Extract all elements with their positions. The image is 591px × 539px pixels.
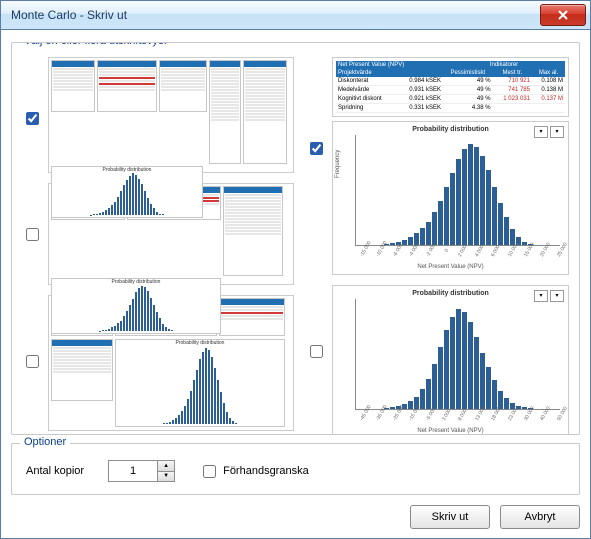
view-option-4: Net Present Value (NPV) Indikatorer Proj… bbox=[306, 57, 569, 275]
copies-label: Antal kopior bbox=[26, 465, 84, 477]
chart-plot-area bbox=[355, 299, 560, 410]
window-title: Monte Carlo - Skriv ut bbox=[11, 8, 127, 22]
chart-title: Probability distribution bbox=[337, 126, 564, 133]
preview-checkbox[interactable] bbox=[203, 465, 216, 478]
copies-up-button[interactable]: ▲ bbox=[158, 461, 174, 472]
view-option-5: ▾▾ Probability distribution -45 000-35 0… bbox=[306, 285, 569, 435]
views-legend: Välj en eller flera utskriftsvyer bbox=[20, 42, 172, 47]
chart-ylabel: Frequency bbox=[335, 150, 341, 178]
chart-plot-area bbox=[355, 135, 560, 246]
table-row: Diskonterat0.984 kSEK49 %710 9210.108 M bbox=[336, 77, 565, 86]
options-groupbox: Optioner Antal kopior ▲ ▼ Förhandsgransk… bbox=[11, 443, 580, 495]
dialog-window: Monte Carlo - Skriv ut Välj en eller fle… bbox=[0, 0, 591, 539]
view-checkbox-3[interactable] bbox=[26, 355, 39, 368]
chart-title: Probability distribution bbox=[337, 290, 564, 297]
summary-table: Net Present Value (NPV) Indikatorer Proj… bbox=[336, 61, 565, 113]
cancel-button[interactable]: Avbryt bbox=[500, 505, 580, 529]
chart-option-2[interactable]: ▾ bbox=[550, 126, 564, 138]
view-checkbox-5[interactable] bbox=[310, 345, 323, 358]
chart-option-2[interactable]: ▾ bbox=[550, 290, 564, 302]
thumb-chart-2 bbox=[52, 286, 220, 333]
chart-xlabel: Net Present Value (NPV) bbox=[337, 428, 564, 434]
view-checkbox-1[interactable] bbox=[26, 112, 39, 125]
table-row: Kognitivt diskont0.921 kSEK49 %1 023 031… bbox=[336, 95, 565, 104]
client-area: Välj en eller flera utskriftsvyer Pro bbox=[1, 30, 590, 539]
copies-spinner: ▲ ▼ bbox=[108, 460, 175, 482]
chart-probability-bottom[interactable]: ▾▾ Probability distribution -45 000-35 0… bbox=[332, 285, 569, 435]
table-header-npv: Net Present Value (NPV) bbox=[336, 61, 443, 69]
view-option-1: Probability distribution bbox=[22, 57, 294, 173]
views-groupbox: Välj en eller flera utskriftsvyer Pro bbox=[11, 42, 580, 435]
table-row: Spridning0.331 kSEK4.38 % bbox=[336, 104, 565, 113]
thumb-chart-3 bbox=[116, 347, 284, 426]
table-row: Medelvärde0.931 kSEK49 %741 7850.138 M bbox=[336, 86, 565, 95]
titlebar: Monte Carlo - Skriv ut bbox=[1, 1, 590, 30]
preview-label: Förhandsgranska bbox=[223, 465, 309, 477]
table-header-ind: Indikatorer bbox=[443, 61, 565, 69]
copies-down-button[interactable]: ▼ bbox=[158, 472, 174, 482]
chart-xlabel: Net Present Value (NPV) bbox=[337, 264, 564, 270]
dialog-buttons: Skriv ut Avbryt bbox=[11, 505, 580, 529]
chart-option-1[interactable]: ▾ bbox=[534, 126, 548, 138]
thumb-chart-1 bbox=[52, 174, 202, 217]
view-checkbox-2[interactable] bbox=[26, 228, 39, 241]
view-thumbnail-4-table[interactable]: Net Present Value (NPV) Indikatorer Proj… bbox=[332, 57, 569, 117]
copies-input[interactable] bbox=[109, 461, 157, 481]
view-checkbox-4[interactable] bbox=[310, 142, 323, 155]
preview-option: Förhandsgranska bbox=[199, 462, 309, 481]
print-button[interactable]: Skriv ut bbox=[410, 505, 490, 529]
chart-option-1[interactable]: ▾ bbox=[534, 290, 548, 302]
chart-probability-top[interactable]: ▾▾ Probability distribution Frequency -1… bbox=[332, 121, 569, 275]
close-icon bbox=[558, 10, 568, 20]
view-thumbnail-1[interactable]: Probability distribution bbox=[48, 57, 294, 173]
close-button[interactable] bbox=[540, 4, 586, 26]
options-legend: Optioner bbox=[20, 436, 70, 448]
